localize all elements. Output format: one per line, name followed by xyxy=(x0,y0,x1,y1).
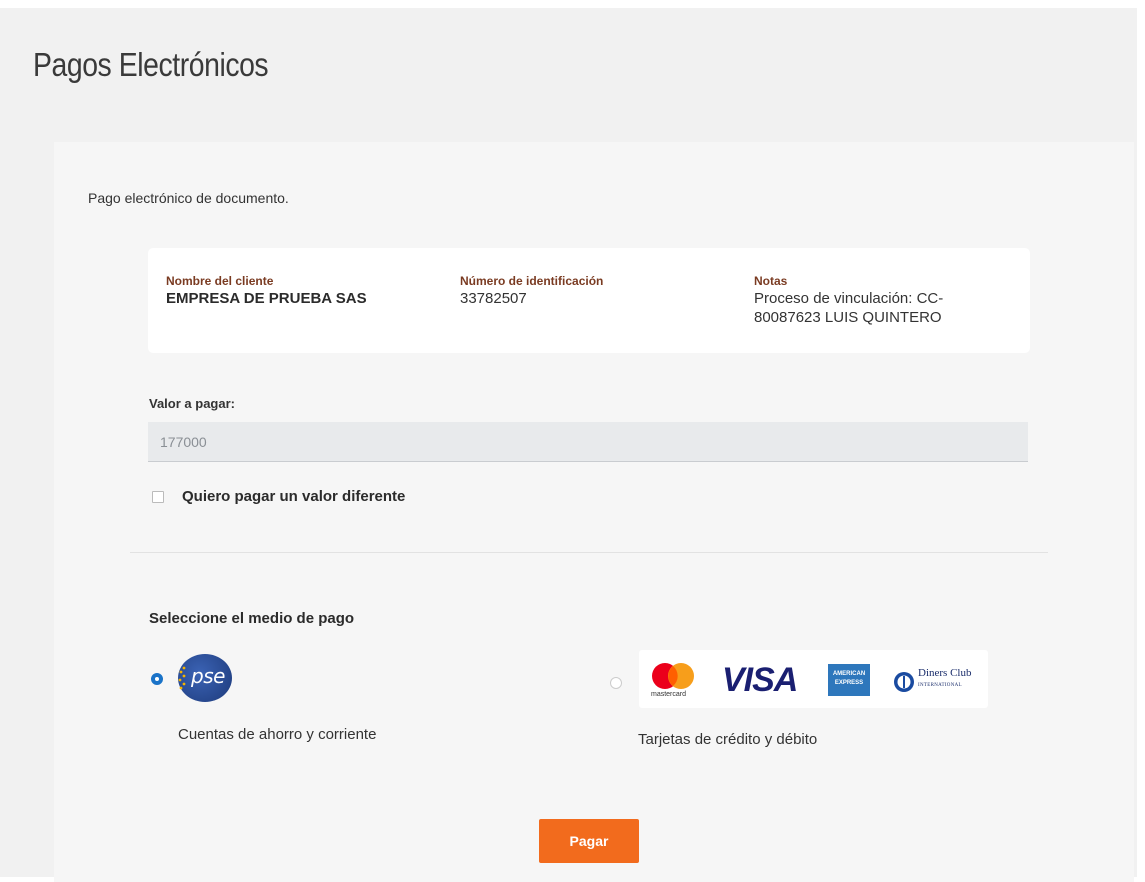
pse-logo-text: pse xyxy=(191,664,225,688)
cards-caption[interactable]: Tarjetas de crédito y débito xyxy=(638,731,817,748)
pse-dots-icon xyxy=(178,666,186,690)
pay-button[interactable]: Pagar xyxy=(539,819,639,863)
panel-subtitle: Pago electrónico de documento. xyxy=(88,190,289,206)
client-id-block: Número de identificación 33782507 xyxy=(460,274,603,307)
amount-label: Valor a pagar: xyxy=(149,396,235,411)
card-brands-logos[interactable]: mastercard VISA AMERICAN EXPRESS Diners … xyxy=(639,650,988,708)
client-id-label: Número de identificación xyxy=(460,274,604,288)
client-name-label: Nombre del cliente xyxy=(166,274,274,288)
amex-logo: AMERICAN EXPRESS xyxy=(828,664,870,696)
different-amount-checkbox[interactable] xyxy=(152,490,164,503)
page-title: Pagos Electrónicos xyxy=(33,46,269,83)
amex-line1: AMERICAN xyxy=(832,671,866,677)
client-id-value: 33782507 xyxy=(460,290,527,307)
diners-line2: INTERNATIONAL xyxy=(918,683,962,688)
client-name-value: EMPRESA DE PRUEBA SAS xyxy=(166,290,367,307)
amount-input[interactable] xyxy=(148,422,1028,462)
section-divider xyxy=(130,552,1048,553)
diners-club-logo: Diners Club INTERNATIONAL xyxy=(918,668,971,691)
visa-logo: VISA xyxy=(722,661,798,699)
payment-panel: Pago electrónico de documento. Nombre de… xyxy=(54,142,1134,882)
pse-logo-icon[interactable]: pse xyxy=(178,654,232,702)
notes-label: Notas xyxy=(754,274,788,288)
pse-caption[interactable]: Cuentas de ahorro y corriente xyxy=(178,726,376,743)
diners-line1: Diners Club xyxy=(918,667,972,679)
diners-club-icon xyxy=(894,672,914,692)
payment-method-title: Seleccione el medio de pago xyxy=(149,610,355,627)
client-name-block: Nombre del cliente EMPRESA DE PRUEBA SAS xyxy=(166,274,367,307)
cards-radio[interactable] xyxy=(610,677,622,689)
notes-block: Notas Proceso de vinculación: CC- 800876… xyxy=(754,274,943,326)
pse-radio[interactable] xyxy=(151,673,163,685)
different-amount-label[interactable]: Quiero pagar un valor diferente xyxy=(182,488,405,505)
amex-line2: EXPRESS xyxy=(834,680,864,686)
mastercard-text: mastercard xyxy=(651,691,687,698)
notes-value-line2: 80087623 LUIS QUINTERO xyxy=(754,309,942,326)
client-info-card: Nombre del cliente EMPRESA DE PRUEBA SAS… xyxy=(148,248,1030,353)
different-amount-row[interactable]: Quiero pagar un valor diferente xyxy=(152,488,405,505)
notes-value-line1: Proceso de vinculación: CC- xyxy=(754,290,944,307)
page-background: Pagos Electrónicos Pago electrónico de d… xyxy=(0,8,1137,882)
